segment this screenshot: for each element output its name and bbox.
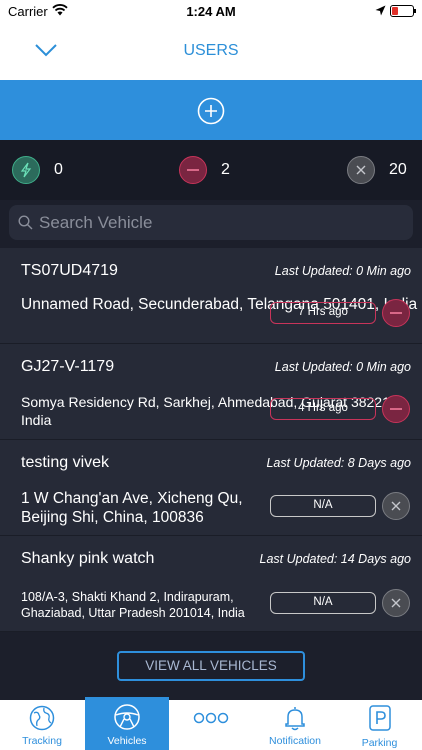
vehicle-name: Shanky pink watch [21,550,155,567]
vehicle-row[interactable]: GJ27-V-1179 Last Updated: 0 Min ago Somy… [0,344,422,440]
offline-count-filter[interactable]: 20 [347,156,407,184]
moving-count-filter[interactable]: 0 [12,156,63,184]
search-bar [9,205,413,240]
vehicle-row[interactable]: TS07UD4719 Last Updated: 0 Min ago Unnam… [0,248,422,344]
stopped-count: 2 [221,161,230,178]
vehicle-name: GJ27-V-1179 [21,358,115,375]
search-input[interactable] [39,205,399,240]
stopped-status-icon [382,395,410,423]
moving-count: 0 [54,161,63,178]
vehicle-name: TS07UD4719 [21,262,118,279]
tab-label: Notification [269,735,321,747]
battery-icon [390,5,416,17]
vehicle-name: testing vivek [21,454,110,471]
offline-status-icon [382,492,410,520]
status-bar: Carrier 1:24 AM [0,0,422,22]
tab-more[interactable] [169,700,253,750]
bell-icon [285,707,305,731]
vehicle-row[interactable]: testing vivek Last Updated: 8 Days ago 1… [0,440,422,536]
page-title: USERS [183,42,239,59]
last-updated: Last Updated: 0 Min ago [274,264,411,278]
globe-icon [29,705,55,731]
vehicle-row[interactable]: Shanky pink watch Last Updated: 14 Days … [0,536,422,632]
nav-bar: USERS [0,22,422,80]
status-duration: N/A [270,495,376,517]
minus-icon [179,156,207,184]
tab-notification[interactable]: Notification [253,700,337,750]
status-duration: N/A [270,592,376,614]
location-arrow-icon [375,5,386,16]
vehicle-counts: 0 2 20 [0,140,422,200]
tab-tracking[interactable]: Tracking [0,700,84,750]
close-icon [347,156,375,184]
vehicle-list: TS07UD4719 Last Updated: 0 Min ago Unnam… [0,248,422,632]
stopped-count-filter[interactable]: 2 [179,156,230,184]
status-time: 1:24 AM [186,4,236,19]
last-updated: Last Updated: 0 Min ago [274,360,411,374]
last-updated: Last Updated: 14 Days ago [259,552,412,566]
search-icon [18,215,33,230]
vehicle-address: 108/A-3, Shakti Khand 2, Indirapuram, Gh… [21,590,245,620]
status-duration: 7 Hrs ago [270,302,376,324]
parking-icon [368,705,391,731]
view-all-vehicles-button[interactable]: VIEW ALL VEHICLES [117,651,305,681]
offline-status-icon [382,589,410,617]
status-duration: 4 Hrs ago [270,398,376,420]
lightning-icon [12,156,40,184]
view-all-section: VIEW ALL VEHICLES [0,632,422,700]
more-icon [193,712,229,724]
add-bar [0,80,422,140]
last-updated: Last Updated: 8 Days ago [266,456,411,470]
add-vehicle-button[interactable] [197,97,225,125]
tab-vehicles[interactable]: Vehicles [85,697,169,750]
tab-label: Tracking [22,735,62,747]
vehicle-address: 1 W Chang'an Ave, Xicheng Qu, Beijing Sh… [21,490,243,527]
tab-parking[interactable]: Parking [337,700,422,750]
tab-label: Vehicles [107,735,147,747]
stopped-status-icon [382,299,410,327]
tab-bar: Tracking Vehicles Notification Parking [0,697,422,750]
offline-count: 20 [389,161,407,178]
tab-label: Parking [361,737,398,749]
steering-wheel-icon [114,704,140,730]
